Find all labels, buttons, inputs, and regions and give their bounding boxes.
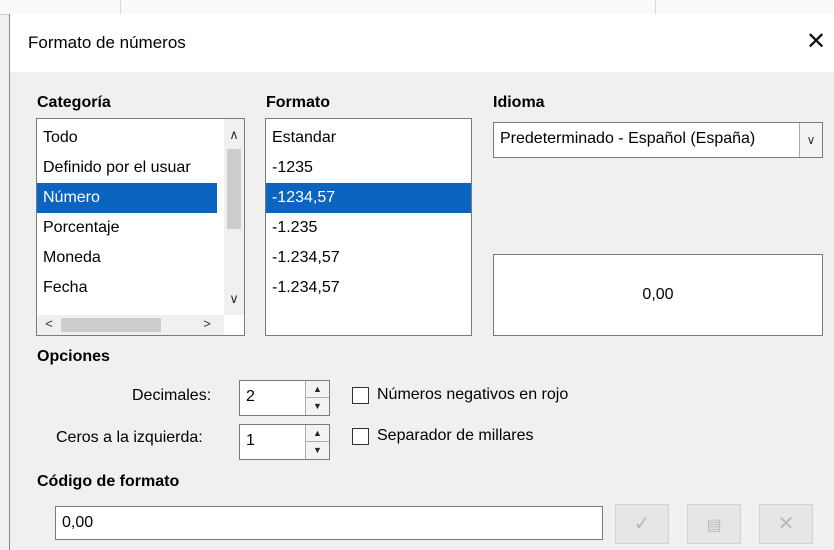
- format-code-label: Código de formato: [37, 473, 179, 491]
- delete-button[interactable]: ✕: [759, 504, 813, 544]
- category-item[interactable]: Moneda: [37, 243, 221, 273]
- category-item[interactable]: Definido por el usuar: [37, 153, 221, 183]
- format-code-label-text: Código de formato: [37, 473, 180, 490]
- leading-zeros-stepper[interactable]: 1 ▲ ▼: [239, 424, 330, 460]
- decimals-spin-buttons[interactable]: ▲ ▼: [305, 381, 329, 415]
- negative-red-checkbox[interactable]: [352, 387, 369, 404]
- format-item[interactable]: -1.235: [266, 213, 471, 243]
- thousands-separator-checkbox[interactable]: [352, 428, 369, 445]
- format-label-text: Formato: [266, 94, 330, 111]
- scroll-left-icon[interactable]: <: [39, 316, 59, 331]
- format-item[interactable]: -1.234,57: [266, 243, 471, 273]
- format-code-value: 0,00: [62, 514, 94, 531]
- language-value: Predeterminado - Español (España): [500, 130, 756, 147]
- options-label: Opciones: [37, 348, 110, 366]
- options-label-text: Opciones: [37, 348, 110, 365]
- thousands-separator-label[interactable]: Separador de millares: [377, 427, 534, 445]
- leading-zeros-label: Ceros a la izquierda:: [56, 429, 203, 446]
- delete-icon: ✕: [777, 513, 795, 535]
- leading-zeros-value: 1: [246, 432, 255, 449]
- language-dropdown[interactable]: Predeterminado - Español (España) ∨: [493, 122, 823, 158]
- category-vertical-scrollbar[interactable]: ∧ ∨: [224, 119, 244, 315]
- background-divider: [655, 0, 656, 14]
- scroll-down-icon[interactable]: ∨: [224, 291, 244, 307]
- negative-red-label[interactable]: Números negativos en rojo: [377, 386, 568, 404]
- background-window-strip: [0, 0, 834, 15]
- language-label: Idioma: [493, 94, 545, 112]
- language-label-text: Idioma: [493, 94, 545, 111]
- close-button[interactable]: ✕: [799, 26, 833, 58]
- preview-value: 0,00: [642, 286, 674, 303]
- format-item[interactable]: -1235: [266, 153, 471, 183]
- category-item-selected[interactable]: Número: [37, 183, 217, 213]
- format-label: Formato: [266, 94, 330, 112]
- category-scroll-thumb[interactable]: [227, 149, 241, 229]
- leading-zeros-spin-buttons[interactable]: ▲ ▼: [305, 425, 329, 459]
- format-item-selected[interactable]: -1234,57: [266, 183, 471, 213]
- dialog-title: Formato de números: [28, 33, 186, 52]
- accept-button[interactable]: ✓: [615, 504, 669, 544]
- decimals-stepper[interactable]: 2 ▲ ▼: [239, 380, 330, 416]
- spin-down-icon[interactable]: ▼: [306, 442, 329, 459]
- checkmark-icon: ✓: [633, 513, 651, 535]
- category-item[interactable]: Fecha: [37, 273, 221, 303]
- category-listbox[interactable]: Todo Definido por el usuar Número Porcen…: [36, 118, 245, 336]
- spin-up-icon[interactable]: ▲: [306, 425, 329, 442]
- scroll-up-icon[interactable]: ∧: [224, 127, 244, 143]
- scroll-right-icon[interactable]: >: [197, 316, 217, 331]
- background-divider: [120, 0, 121, 14]
- category-item[interactable]: Porcentaje: [37, 213, 221, 243]
- category-hscroll-thumb[interactable]: [61, 318, 161, 332]
- edit-comment-icon: ▤: [706, 517, 722, 534]
- format-code-input[interactable]: 0,00: [55, 506, 603, 540]
- format-item[interactable]: -1.234,57: [266, 273, 471, 303]
- edit-comment-button[interactable]: ▤: [687, 504, 741, 544]
- spin-up-icon[interactable]: ▲: [306, 381, 329, 398]
- format-listbox[interactable]: Estandar -1235 -1234,57 -1.235 -1.234,57…: [265, 118, 472, 336]
- decimals-value: 2: [246, 388, 255, 405]
- spin-down-icon[interactable]: ▼: [306, 398, 329, 415]
- category-label-text: Categoría: [37, 94, 111, 111]
- format-item[interactable]: Estandar: [266, 123, 471, 153]
- close-icon: ✕: [805, 28, 827, 55]
- category-label: Categoría: [37, 94, 111, 112]
- dialog-titlebar: Formato de números ✕: [10, 14, 834, 72]
- category-item[interactable]: Todo: [37, 123, 221, 153]
- decimals-label: Decimales:: [132, 387, 212, 404]
- format-preview: 0,00: [493, 254, 823, 336]
- category-horizontal-scrollbar[interactable]: < >: [37, 315, 224, 335]
- chevron-down-icon[interactable]: ∨: [799, 123, 822, 157]
- number-format-dialog: Formato de números ✕ Categoría Todo Defi…: [9, 14, 834, 550]
